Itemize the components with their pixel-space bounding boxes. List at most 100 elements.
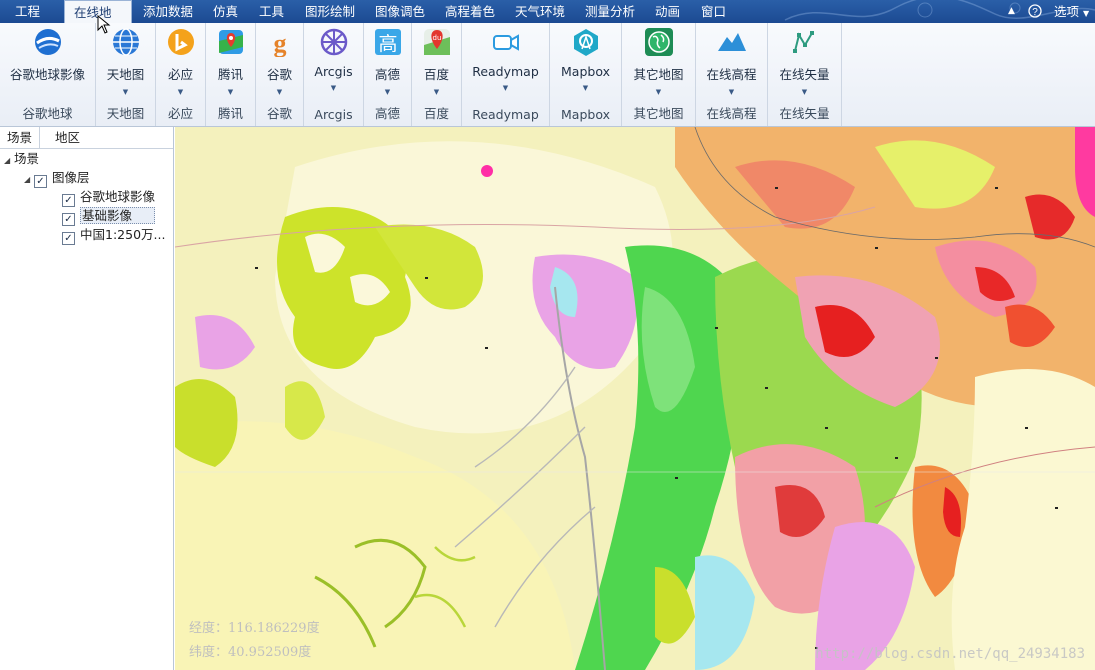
group-other-maps: 其它地图 ▼ 其它地图 [622, 23, 696, 126]
online-elevation-label: 在线高程 [706, 67, 757, 82]
gaode-icon: 高 [373, 27, 403, 57]
mouse-cursor-icon [97, 15, 111, 34]
group-label: Mapbox [561, 107, 610, 122]
dropdown-arrow-icon: ▼ [384, 88, 391, 96]
menu-image-color[interactable]: 图像调色 [366, 0, 434, 23]
group-gaode: 高 高德 ▼ 高德 [364, 23, 412, 126]
checkbox-icon[interactable]: ✓ [62, 232, 75, 245]
tree-layer-china-250[interactable]: ✓ 中国1:250万... [62, 226, 166, 245]
checkbox-icon[interactable]: ✓ [34, 175, 47, 188]
group-tianditu: 天地图 ▼ 天地图 [96, 23, 156, 126]
dropdown-arrow-icon: ▼ [330, 84, 337, 92]
globe-icon [111, 27, 141, 57]
group-label: 谷歌 [266, 106, 292, 121]
group-label: 必应 [167, 106, 193, 121]
group-readymap: Readymap ▼ Readymap [462, 23, 550, 126]
google-icon: g [265, 27, 295, 58]
expand-triangle-icon[interactable]: ◢ [24, 171, 34, 189]
earth-icon [644, 27, 674, 57]
decorative-swirl [784, 0, 1095, 21]
menu-bar: 工程 在线地图 添加数据 仿真 工具 图形绘制 图像调色 高程着色 天气环境 测… [0, 0, 1095, 43]
tree-layer-google-earth[interactable]: ✓ 谷歌地球影像 [62, 188, 155, 207]
svg-text:高: 高 [378, 33, 397, 55]
online-vector-label: 在线矢量 [779, 67, 830, 82]
checkbox-icon[interactable]: ✓ [62, 213, 75, 226]
tianditu-button[interactable]: 天地图 ▼ [96, 27, 155, 96]
menu-weather[interactable]: 天气环境 [506, 0, 574, 23]
google-label: 谷歌 [266, 67, 292, 82]
group-bing: 必应 ▼ 必应 [156, 23, 206, 126]
dropdown-arrow-icon: ▼ [227, 88, 234, 96]
bing-label: 必应 [167, 67, 193, 82]
group-label: 其它地图 [633, 106, 684, 121]
menu-add-data[interactable]: 添加数据 [134, 0, 202, 23]
group-google: g 谷歌 ▼ 谷歌 [256, 23, 304, 126]
menu-drawing[interactable]: 图形绘制 [296, 0, 364, 23]
menu-project[interactable]: 工程 [6, 0, 49, 23]
other-maps-button[interactable]: 其它地图 ▼ [622, 27, 695, 96]
menu-elevation-color[interactable]: 高程着色 [436, 0, 504, 23]
group-label: Readymap [472, 107, 539, 122]
dropdown-arrow-icon: ▼ [122, 88, 129, 96]
panel-tabs: 场景 地区 [0, 127, 173, 149]
google-earth-icon [33, 27, 63, 57]
arcgis-button[interactable]: Arcgis ▼ [304, 27, 363, 92]
bing-button[interactable]: 必应 ▼ [156, 27, 205, 96]
group-mapbox: Mapbox ▼ Mapbox [550, 23, 622, 126]
group-label: 在线高程 [706, 106, 757, 121]
arcgis-label: Arcgis [314, 64, 353, 79]
dropdown-arrow-icon: ▼ [276, 88, 283, 96]
mapbox-button[interactable]: Mapbox ▼ [550, 27, 621, 92]
layer-group-label: 图像层 [52, 170, 90, 185]
online-vector-button[interactable]: 在线矢量 ▼ [768, 27, 841, 96]
layer-label: 基础影像 [80, 207, 156, 224]
gaode-button[interactable]: 高 高德 ▼ [364, 27, 411, 96]
tencent-button[interactable]: 腾讯 ▼ [206, 27, 255, 96]
mapbox-icon [571, 27, 601, 57]
mountain-icon [717, 27, 747, 57]
menu-tools[interactable]: 工具 [250, 0, 293, 23]
google-earth-button[interactable]: 谷歌地球影像 [0, 27, 95, 83]
other-maps-label: 其它地图 [633, 67, 684, 82]
options-menu[interactable]: 选项 ▼ [1054, 0, 1089, 23]
readymap-button[interactable]: Readymap ▼ [462, 27, 549, 92]
svg-text:g: g [273, 29, 286, 57]
svg-text:?: ? [1032, 7, 1038, 18]
group-label: 百度 [423, 106, 449, 121]
dropdown-arrow-icon: ▼ [801, 88, 808, 96]
collapse-ribbon-icon[interactable]: ▲ [1008, 0, 1015, 23]
group-baidu: du 百度 ▼ 百度 [412, 23, 462, 126]
baidu-button[interactable]: du 百度 ▼ [412, 27, 461, 96]
scene-panel: 场景 地区 ◢ 场景 ◢ ✓ 图像层 ✓ 谷歌地球影像 ✓ 基础影像 ✓ 中国1:250万.… [0, 127, 174, 670]
group-label: 在线矢量 [779, 106, 830, 121]
tencent-label: 腾讯 [217, 67, 243, 82]
map-viewport[interactable]: 经度：116.186229度 纬度：40.952509度 http://blog… [175, 127, 1095, 670]
checkbox-icon[interactable]: ✓ [62, 194, 75, 207]
bing-icon [166, 27, 196, 57]
tree-root-label: 场景 [14, 151, 40, 166]
dropdown-arrow-icon: ▼ [655, 88, 662, 96]
tree-root[interactable]: ◢ 场景 [4, 150, 39, 168]
camera-icon [491, 27, 521, 57]
readymap-label: Readymap [472, 64, 539, 79]
layer-label: 中国1:250万... [80, 227, 166, 242]
group-online-vector: 在线矢量 ▼ 在线矢量 [768, 23, 842, 126]
tab-scene[interactable]: 场景 [0, 127, 41, 148]
tree-layer-base-image[interactable]: ✓ 基础影像 [62, 207, 156, 226]
tab-region[interactable]: 地区 [48, 127, 87, 148]
menu-animation[interactable]: 动画 [646, 0, 689, 23]
baidu-label: 百度 [423, 67, 449, 82]
menu-measure[interactable]: 测量分析 [576, 0, 644, 23]
tree-layer-group[interactable]: ◢ ✓ 图像层 [24, 169, 90, 189]
google-button[interactable]: g 谷歌 ▼ [256, 27, 303, 96]
online-elevation-button[interactable]: 在线高程 ▼ [696, 27, 767, 96]
group-label: 高德 [374, 106, 400, 121]
arcgis-icon [319, 27, 349, 57]
question-icon[interactable]: ? [1028, 0, 1042, 23]
expand-triangle-icon[interactable]: ◢ [4, 152, 14, 170]
menu-window[interactable]: 窗口 [692, 0, 735, 23]
group-arcgis: Arcgis ▼ Arcgis [304, 23, 364, 126]
menu-simulation[interactable]: 仿真 [204, 0, 247, 23]
google-earth-label: 谷歌地球影像 [9, 67, 85, 82]
options-label: 选项 [1054, 4, 1080, 19]
